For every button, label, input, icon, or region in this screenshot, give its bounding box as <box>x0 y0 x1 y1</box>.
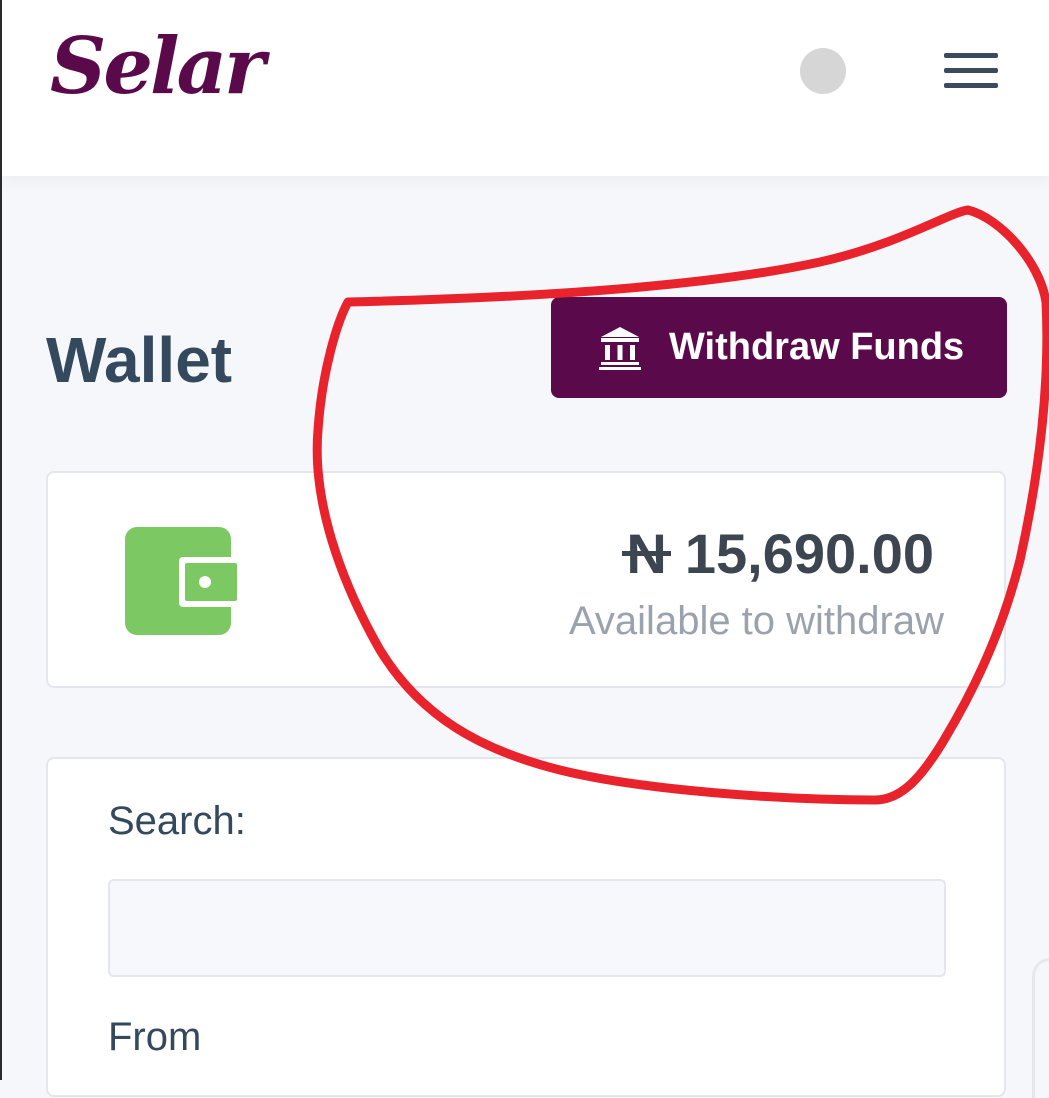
balance-amount: 15,690.00 <box>684 522 934 585</box>
wallet-balance: N 15,690.00 <box>626 521 934 586</box>
wallet-icon <box>125 527 237 635</box>
search-label: Search: <box>108 799 246 843</box>
user-avatar[interactable] <box>800 48 846 94</box>
hamburger-menu-icon[interactable] <box>944 53 998 89</box>
naira-symbol: N <box>626 522 667 585</box>
search-input[interactable] <box>108 879 946 977</box>
from-label: From <box>108 1015 202 1059</box>
page-title: Wallet <box>46 324 233 396</box>
transactions-filter-card: Search: From <box>46 757 1006 1097</box>
withdraw-funds-button[interactable]: Withdraw Funds <box>551 297 1007 398</box>
side-panel-edge <box>1032 958 1049 1098</box>
bank-icon <box>599 326 641 370</box>
balance-caption: Available to withdraw <box>568 599 944 643</box>
withdraw-funds-label: Withdraw Funds <box>669 326 965 368</box>
selar-logo[interactable]: Selar <box>50 22 265 112</box>
balance-card: N 15,690.00 Available to withdraw <box>46 471 1006 688</box>
top-header: Selar <box>2 0 1049 176</box>
